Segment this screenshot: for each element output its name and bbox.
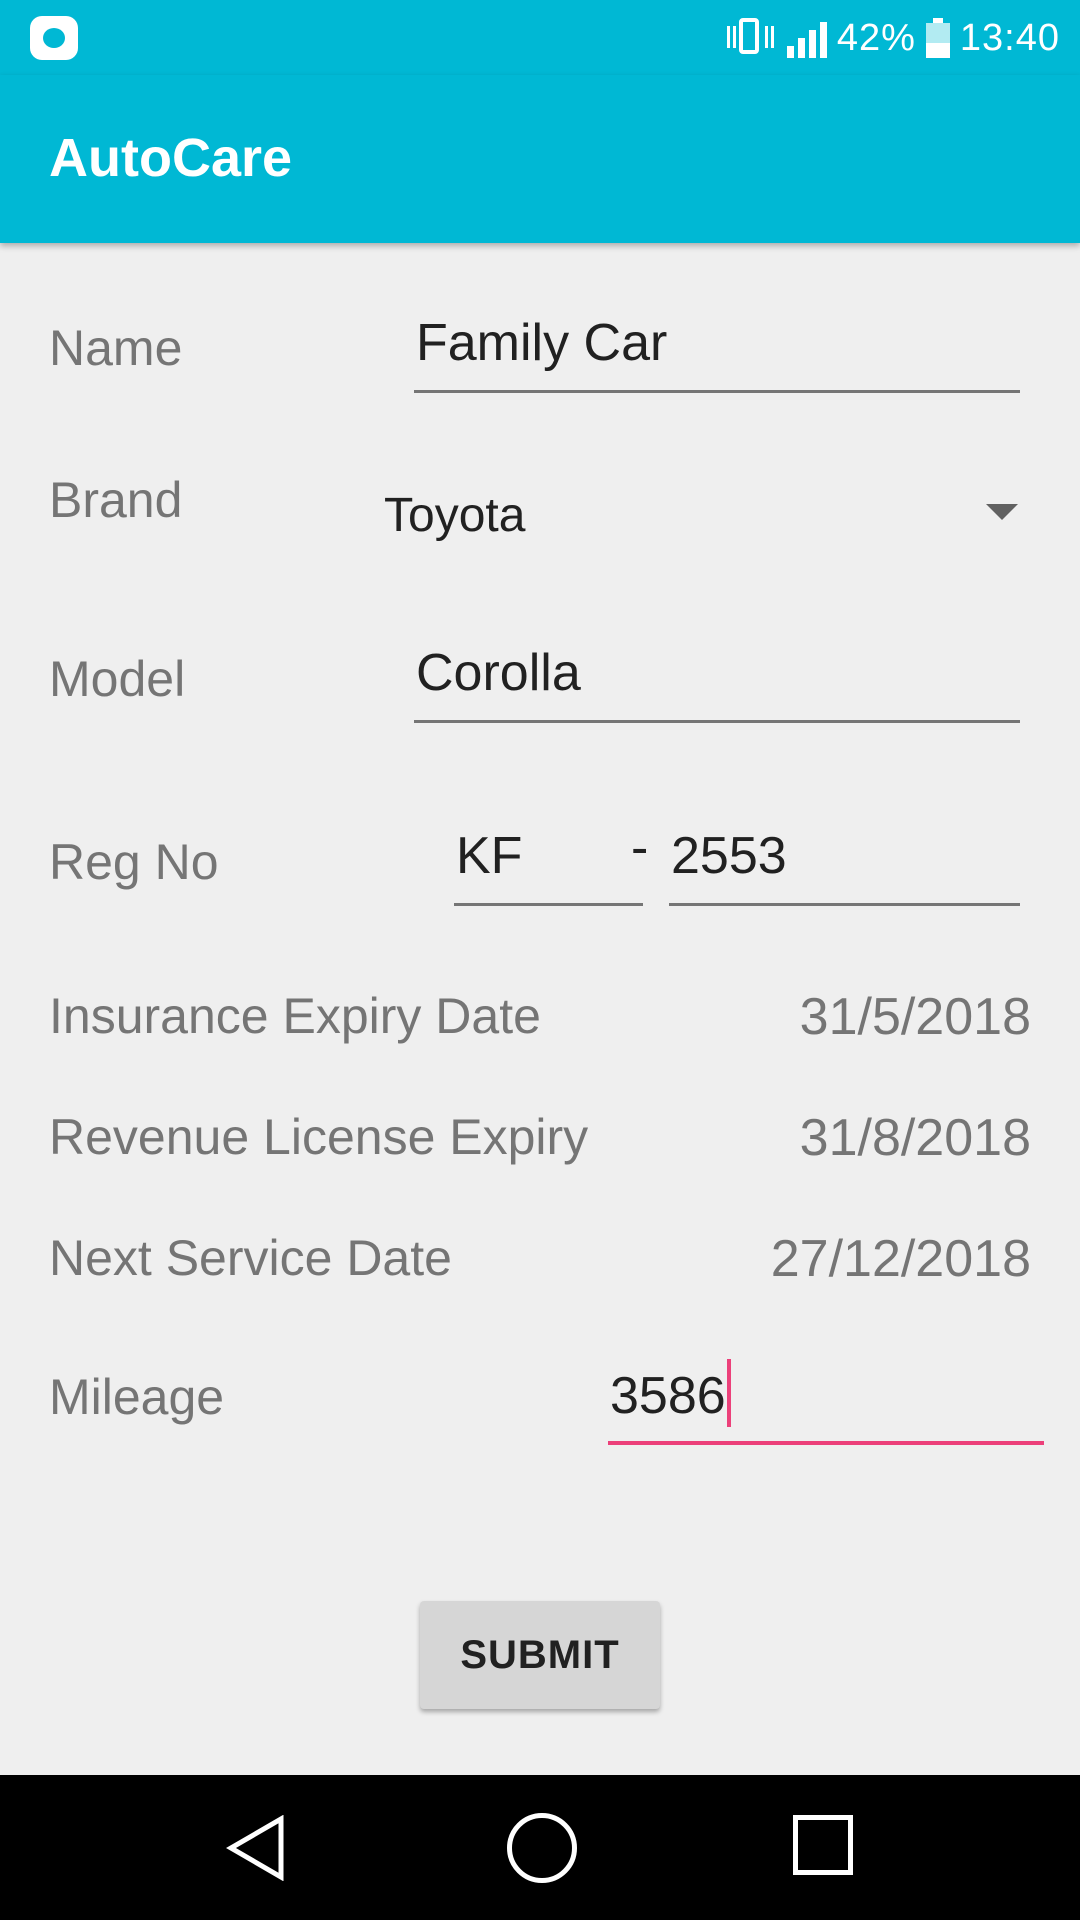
mileage-label: Mileage [49,1369,225,1425]
reg-number-input[interactable]: 2553 [669,826,1020,906]
insurance-expiry-label: Insurance Expiry Date [49,988,541,1044]
next-service-value[interactable]: 27/12/2018 [771,1229,1031,1289]
home-icon[interactable] [507,1813,577,1883]
mileage-value: 3586 [610,1367,726,1425]
revenue-license-value[interactable]: 31/8/2018 [800,1108,1031,1168]
model-input[interactable]: Corolla [414,643,1020,723]
back-icon[interactable] [226,1815,286,1881]
text-cursor [726,1359,731,1427]
signal-icon [786,18,827,58]
dropdown-arrow-icon [986,504,1018,520]
clock: 13:40 [959,16,1060,59]
status-icons: 42% 13:40 [725,12,1060,64]
reg-separator: - [631,819,649,877]
reg-no-label: Reg No [49,834,219,890]
navigation-bar [0,1775,1080,1920]
status-bar: 42% 13:40 [0,0,1080,75]
battery-percent: 42% [836,16,916,59]
app-notification-icon [30,16,78,60]
model-label: Model [49,651,186,707]
vibrate-icon [725,18,777,58]
battery-icon [925,18,950,58]
app-title: AutoCare [49,128,293,188]
next-service-label: Next Service Date [49,1230,452,1286]
insurance-expiry-value[interactable]: 31/5/2018 [800,987,1031,1047]
revenue-license-label: Revenue License Expiry [49,1109,589,1165]
app-bar: AutoCare [0,75,1080,243]
reg-prefix-input[interactable]: KF [454,826,643,906]
mileage-input[interactable]: 3586 [608,1359,1044,1445]
name-label: Name [49,320,183,376]
brand-label: Brand [49,472,183,528]
name-input[interactable]: Family Car [414,313,1020,393]
brand-spinner[interactable]: Toyota [380,468,1020,548]
recent-apps-icon[interactable] [793,1815,853,1875]
submit-button[interactable]: SUBMIT [420,1601,660,1709]
brand-value: Toyota [384,489,526,542]
